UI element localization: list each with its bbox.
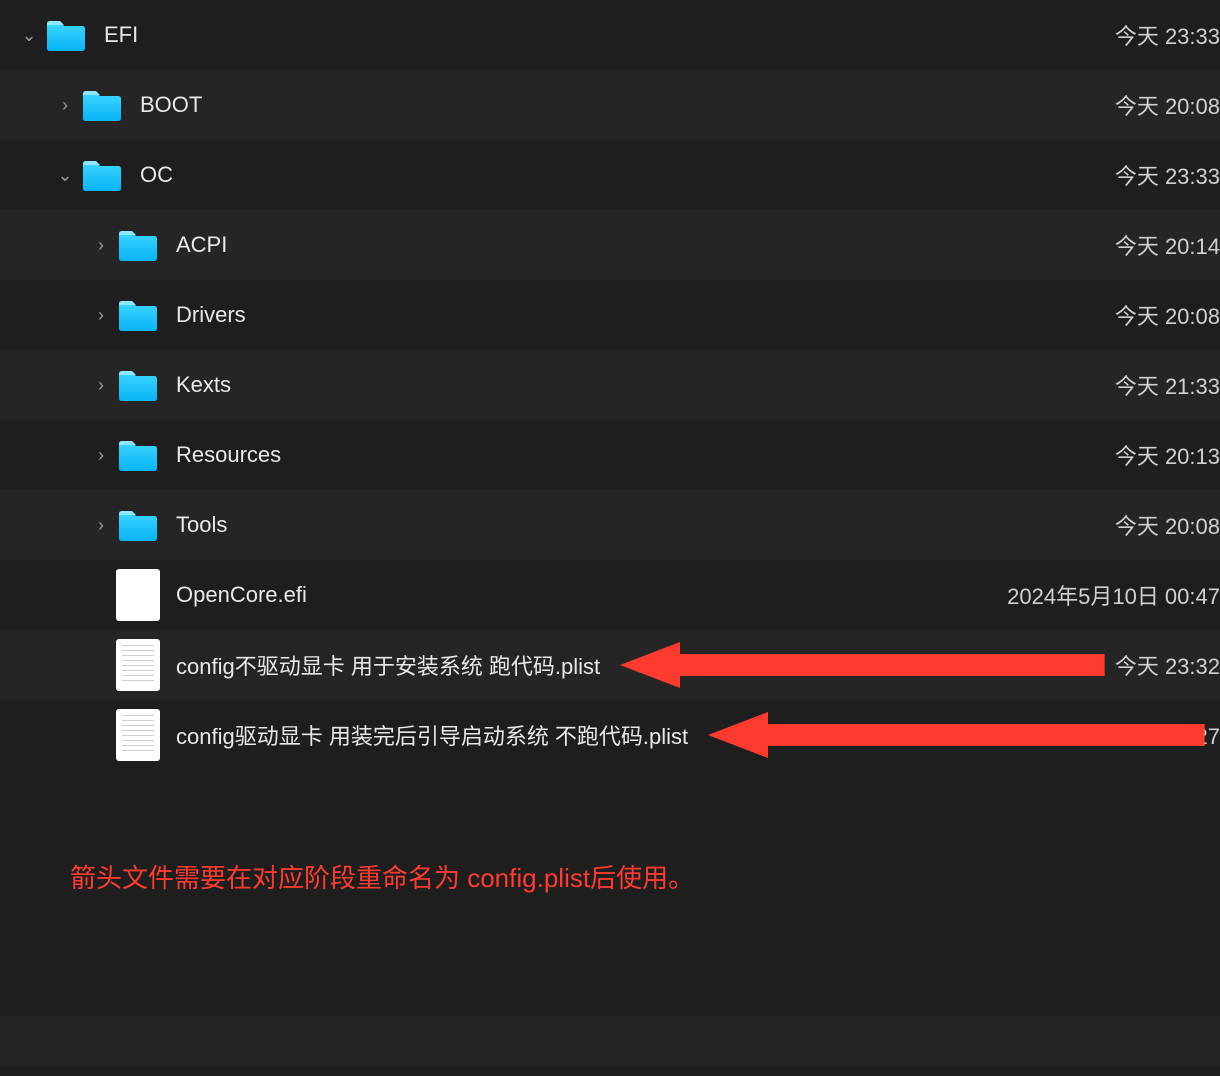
folder-icon — [80, 153, 124, 197]
file-row[interactable]: › Kexts今天 21:33 — [0, 350, 1220, 420]
plist-file-icon — [116, 709, 160, 761]
plist-file-icon — [116, 639, 160, 691]
file-row[interactable]: › Tools今天 20:08 — [0, 490, 1220, 560]
file-name: config驱动显卡 用装完后引导启动系统 不跑代码.plist — [176, 719, 1115, 751]
file-row[interactable]: config驱动显卡 用装完后引导启动系统 不跑代码.plist今天 23:27 — [0, 700, 1220, 770]
folder-icon — [116, 503, 160, 547]
folder-icon — [116, 433, 160, 477]
file-date: 今天 20:08 — [1115, 509, 1220, 541]
chevron-down-icon[interactable]: ⌄ — [56, 165, 74, 186]
file-date: 今天 20:14 — [1115, 229, 1220, 261]
file-icon — [116, 569, 160, 621]
chevron-right-icon[interactable]: › — [56, 95, 74, 116]
chevron-right-icon[interactable]: › — [92, 515, 110, 536]
chevron-right-icon[interactable]: › — [92, 305, 110, 326]
file-row[interactable]: › Drivers今天 20:08 — [0, 280, 1220, 350]
rows-container: ⌄ EFI今天 23:33› BOOT今天 20:08⌄ OC今天 23:33›… — [0, 0, 1220, 770]
file-name: config不驱动显卡 用于安装系统 跑代码.plist — [176, 649, 1115, 681]
file-date: 今天 23:33 — [1115, 19, 1220, 51]
file-date: 今天 20:08 — [1115, 89, 1220, 121]
file-date: 今天 21:33 — [1115, 369, 1220, 401]
spacer — [0, 770, 1220, 840]
folder-icon — [44, 13, 88, 57]
file-date: 2024年5月10日 00:47 — [1007, 579, 1220, 611]
file-date: 今天 20:08 — [1115, 299, 1220, 331]
chevron-down-icon[interactable]: ⌄ — [20, 25, 38, 46]
chevron-right-icon[interactable]: › — [92, 445, 110, 466]
file-name: BOOT — [140, 92, 1115, 118]
chevron-right-icon[interactable]: › — [92, 375, 110, 396]
file-list-panel: ⌄ EFI今天 23:33› BOOT今天 20:08⌄ OC今天 23:33›… — [0, 0, 1220, 1076]
file-row[interactable]: › Resources今天 20:13 — [0, 420, 1220, 490]
file-row[interactable]: › BOOT今天 20:08 — [0, 70, 1220, 140]
folder-icon — [116, 223, 160, 267]
file-date: 今天 23:32 — [1115, 649, 1220, 681]
file-name: ACPI — [176, 232, 1115, 258]
file-name: OC — [140, 162, 1115, 188]
folder-icon — [116, 293, 160, 337]
file-name: Kexts — [176, 372, 1115, 398]
chevron-right-icon[interactable]: › — [92, 235, 110, 256]
file-row[interactable]: ⌄ EFI今天 23:33 — [0, 0, 1220, 70]
folder-icon — [116, 363, 160, 407]
footer-bar — [0, 1016, 1220, 1066]
file-row[interactable]: OpenCore.efi2024年5月10日 00:47 — [0, 560, 1220, 630]
file-name: Drivers — [176, 302, 1115, 328]
file-date: 今天 23:33 — [1115, 159, 1220, 191]
file-row[interactable]: config不驱动显卡 用于安装系统 跑代码.plist今天 23:32 — [0, 630, 1220, 700]
file-name: OpenCore.efi — [176, 582, 1007, 608]
file-name: Tools — [176, 512, 1115, 538]
file-date: 今天 23:27 — [1115, 719, 1220, 751]
file-row[interactable]: ⌄ OC今天 23:33 — [0, 140, 1220, 210]
file-name: EFI — [104, 22, 1115, 48]
file-name: Resources — [176, 442, 1115, 468]
file-row[interactable]: › ACPI今天 20:14 — [0, 210, 1220, 280]
folder-icon — [80, 83, 124, 127]
caption-text: 箭头文件需要在对应阶段重命名为 config.plist后使用。 — [0, 840, 1220, 918]
file-date: 今天 20:13 — [1115, 439, 1220, 471]
